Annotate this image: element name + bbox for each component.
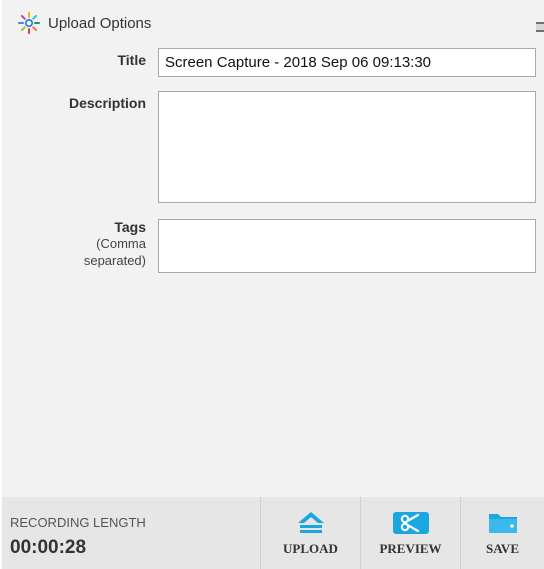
footer-bar: RECORDING LENGTH 00:00:28 UPLOAD PREVIEW	[2, 497, 544, 569]
upload-options-panel: Upload Options Title Description Tags (C…	[2, 0, 544, 569]
sunburst-logo-icon	[18, 12, 40, 34]
folder-save-icon	[488, 514, 517, 533]
description-textarea[interactable]	[158, 91, 536, 203]
title-input[interactable]	[158, 48, 536, 77]
tags-hint-line1: (Comma	[96, 236, 146, 251]
upload-label: UPLOAD	[283, 541, 338, 556]
tags-hint-line2: separated)	[83, 253, 146, 268]
scissors-icon	[392, 512, 429, 534]
recording-length-label: RECORDING LENGTH	[10, 515, 146, 530]
recording-length-value: 00:00:28	[10, 537, 87, 558]
panel-title: Upload Options	[48, 14, 152, 32]
upload-button[interactable]: UPLOAD	[260, 497, 360, 569]
title-label: Title	[117, 52, 146, 68]
tags-input[interactable]	[158, 219, 536, 273]
minimize-icon[interactable]	[536, 22, 544, 32]
preview-button[interactable]: PREVIEW	[360, 497, 460, 569]
description-label: Description	[68, 95, 146, 111]
upload-arrow-icon	[297, 512, 324, 533]
preview-label: PREVIEW	[379, 541, 442, 556]
save-label: SAVE	[485, 541, 519, 556]
save-button[interactable]: SAVE	[460, 497, 544, 569]
panel-header: Upload Options	[18, 10, 151, 36]
tags-label: Tags (Comma separated)	[83, 219, 146, 268]
